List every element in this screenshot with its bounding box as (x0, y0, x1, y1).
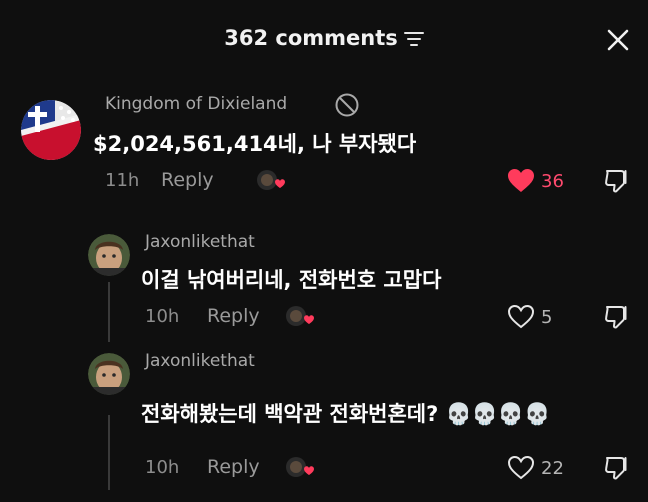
creator-liked-sticker (257, 170, 285, 190)
filter-icon[interactable] (403, 31, 424, 47)
timestamp: 10h (145, 457, 180, 478)
like-button[interactable]: 36 (507, 168, 564, 194)
timestamp: 10h (145, 306, 180, 327)
thread-line (108, 415, 110, 490)
dislike-icon[interactable] (603, 168, 631, 196)
avatar[interactable] (88, 353, 130, 395)
avatar[interactable] (88, 234, 130, 276)
timestamp: 11h (105, 170, 140, 191)
dislike-icon[interactable] (603, 455, 631, 483)
username[interactable]: Jaxonlikethat (145, 351, 255, 371)
avatar[interactable] (21, 100, 81, 160)
like-button[interactable]: 5 (507, 304, 552, 330)
heart-filled-icon (508, 169, 534, 192)
heart-outline-icon (507, 304, 535, 329)
reply-button[interactable]: Reply (161, 169, 214, 191)
username[interactable]: Jaxonlikethat (145, 232, 255, 252)
heart-outline-icon (507, 455, 535, 480)
thread-line (108, 282, 110, 342)
comment-text: 전화해봤는데 백악관 전화번혼데? 💀💀💀💀 (141, 402, 551, 426)
reply-button[interactable]: Reply (207, 305, 260, 327)
creator-liked-sticker (286, 457, 314, 477)
like-count: 36 (541, 170, 564, 192)
comment-count-label: 362 comments (224, 26, 398, 50)
comments-title: 362 comments (0, 26, 648, 50)
comment-text: 이걸 낚여버리네, 전화번호 고맙다 (141, 268, 442, 292)
like-button[interactable]: 22 (507, 455, 564, 481)
comments-header: 362 comments (0, 0, 648, 80)
no-symbol-icon (335, 93, 359, 117)
reply-button[interactable]: Reply (207, 456, 260, 478)
comment-text: $2,024,561,414네, 나 부자됐다 (93, 132, 417, 156)
like-count: 5 (541, 306, 553, 328)
like-count: 22 (541, 457, 564, 479)
dislike-icon[interactable] (603, 304, 631, 332)
close-icon[interactable] (604, 26, 632, 54)
creator-liked-sticker (286, 306, 314, 326)
username[interactable]: Kingdom of Dixieland (105, 94, 287, 114)
